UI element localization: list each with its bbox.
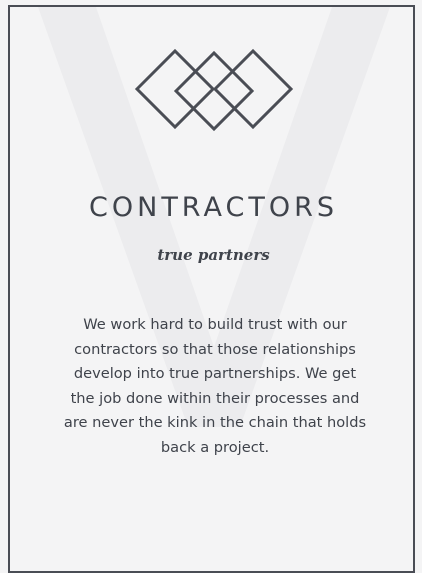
card-title: CONTRACTORS — [89, 192, 338, 223]
card-description: We work hard to build trust with our con… — [63, 316, 367, 456]
card-subtitle: true partners — [157, 246, 270, 264]
three-diamonds-logo-icon — [134, 48, 294, 132]
contractors-card: CONTRACTORS true partners We work hard t… — [8, 5, 415, 573]
